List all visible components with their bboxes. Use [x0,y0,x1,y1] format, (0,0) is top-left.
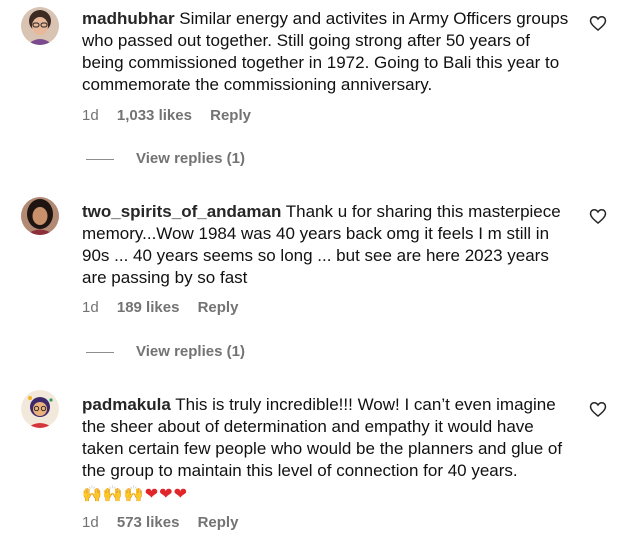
avatar[interactable] [21,197,59,235]
comment-time: 1d [82,107,99,124]
replies-divider-line [86,351,114,353]
comment-time: 1d [82,514,99,531]
raised-hands-icon: 🙌 [102,486,123,503]
view-replies-button[interactable]: View replies (1) [86,150,245,168]
comment-text-block: padmakula This is truly incredible!!! Wo… [82,394,574,506]
raised-hands-icon: 🙌 [123,486,144,503]
username[interactable]: padmakula [82,395,171,414]
emoji-row: 🙌🙌🙌❤❤❤ [82,484,574,506]
red-heart-icon: ❤ [173,486,187,503]
red-heart-icon: ❤ [144,486,159,503]
avatar[interactable] [21,390,59,428]
likes-count[interactable]: 189 likes [117,299,180,317]
avatar-woman-dark-hair-icon [21,197,59,235]
replies-divider-line [86,158,114,160]
view-replies-label: View replies (1) [136,150,245,167]
red-heart-icon: ❤ [159,486,173,503]
comment-meta: 1d 1,033 likes Reply [82,107,251,125]
comment-time: 1d [82,299,99,316]
comment-meta: 1d 573 likes Reply [82,514,238,532]
avatar-woman-glasses-icon [21,7,59,45]
reply-button[interactable]: Reply [198,514,239,532]
comment-text-block: madhubhar Similar energy and activites i… [82,8,574,96]
raised-hands-icon: 🙌 [82,486,102,503]
like-heart-icon[interactable] [588,399,608,419]
like-heart-icon[interactable] [588,206,608,226]
reply-button[interactable]: Reply [210,107,251,125]
avatar[interactable] [21,7,59,45]
username[interactable]: madhubhar [82,9,175,28]
like-heart-icon[interactable] [588,13,608,33]
likes-count[interactable]: 573 likes [117,514,180,532]
username[interactable]: two_spirits_of_andaman [82,202,281,221]
comment-text-block: two_spirits_of_andaman Thank u for shari… [82,201,574,289]
comment-meta: 1d 189 likes Reply [82,299,238,317]
likes-count[interactable]: 1,033 likes [117,107,192,125]
avatar-cartoon-person-icon [21,390,59,428]
reply-button[interactable]: Reply [198,299,239,317]
view-replies-label: View replies (1) [136,343,245,360]
view-replies-button[interactable]: View replies (1) [86,343,245,361]
